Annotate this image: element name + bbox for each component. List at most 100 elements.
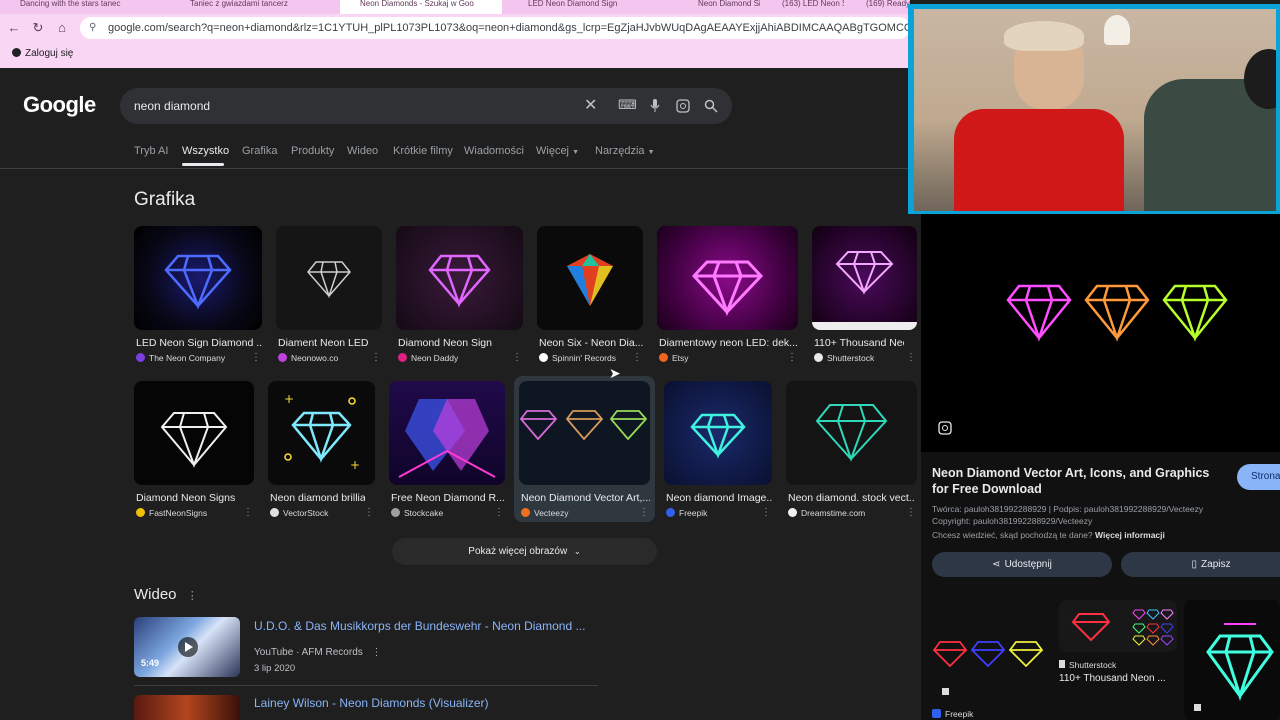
video-thumbnail[interactable]	[134, 617, 240, 677]
image-source[interactable]: Stockcake	[391, 508, 443, 518]
more-options-icon[interactable]: ⋮	[512, 352, 522, 363]
google-logo[interactable]: Google	[23, 92, 96, 118]
tab-products[interactable]: Produkty	[291, 145, 334, 157]
image-caption[interactable]: Neon Six - Neon Dia...	[539, 337, 643, 349]
reload-icon[interactable]: ↻	[30, 20, 46, 36]
image-caption[interactable]: 110+ Thousand Neo...	[814, 337, 904, 349]
image-caption[interactable]: Free Neon Diamond R...	[391, 492, 505, 504]
preview-image[interactable]	[921, 214, 1280, 452]
image-result[interactable]	[812, 226, 917, 330]
more-options-icon[interactable]: ⋮	[243, 507, 253, 518]
image-result[interactable]	[657, 226, 798, 330]
more-options-icon[interactable]: ⋮	[494, 507, 504, 518]
browser-tab[interactable]: (163) LED Neon Sign	[762, 0, 844, 14]
image-source[interactable]: Spinnin' Records	[539, 353, 616, 363]
image-source[interactable]: Dreamstime.com	[788, 508, 865, 518]
clear-icon[interactable]: ✕	[584, 95, 597, 115]
image-source[interactable]: VectorStock	[270, 508, 328, 518]
tab-tools[interactable]: Narzędzia ▼	[595, 145, 655, 157]
more-info-link[interactable]: Więcej informacji	[1095, 530, 1165, 540]
more-options-icon[interactable]: ⋮	[787, 352, 797, 363]
tab-ai-mode[interactable]: Tryb AI	[134, 145, 168, 157]
preview-title[interactable]: Neon Diamond Vector Art, Icons, and Grap…	[932, 465, 1222, 497]
tab-all[interactable]: Wszystko	[182, 145, 229, 157]
image-result[interactable]	[786, 381, 917, 485]
browser-tab[interactable]: LED Neon Diamond Sign	[508, 0, 673, 14]
microphone-icon[interactable]	[650, 99, 660, 113]
lens-icon[interactable]	[676, 99, 690, 113]
image-caption[interactable]: Diamentowy neon LED: dek...	[659, 337, 798, 349]
browser-tab[interactable]: Dancing with the stars tanec	[0, 0, 165, 14]
video-link[interactable]: Lainey Wilson - Neon Diamonds (Visualize…	[254, 696, 489, 710]
image-caption[interactable]: Diament Neon LED	[278, 337, 382, 349]
tab-news[interactable]: Wiadomości	[464, 145, 524, 157]
related-source[interactable]: Freepik	[932, 709, 973, 719]
more-options-icon[interactable]: ⋮	[906, 507, 916, 518]
related-image[interactable]	[932, 600, 1052, 704]
save-button[interactable]: ▯ Zapisz	[1121, 552, 1280, 577]
search-icon[interactable]	[704, 99, 718, 113]
related-source[interactable]: Shutterstock	[1059, 660, 1116, 670]
more-options-icon[interactable]: ⋮	[187, 590, 198, 602]
show-more-images-button[interactable]: Pokaż więcej obrazów ⌄	[392, 538, 657, 565]
image-result[interactable]	[134, 381, 254, 485]
related-image[interactable]	[1059, 600, 1177, 652]
tab-images[interactable]: Grafika	[242, 145, 277, 157]
share-button[interactable]: ⋖ Udostępnij	[932, 552, 1112, 577]
tab-videos[interactable]: Wideo	[347, 145, 378, 157]
image-result[interactable]	[537, 226, 643, 330]
home-icon[interactable]: ⌂	[54, 20, 70, 36]
image-source[interactable]: Vecteezy	[521, 508, 569, 518]
more-options-icon[interactable]: ⋮	[639, 507, 649, 518]
keyboard-icon[interactable]: ⌨	[618, 97, 637, 113]
image-caption[interactable]: Diamond Neon Signs	[136, 492, 254, 504]
image-source[interactable]: The Neon Company	[136, 353, 225, 363]
image-result[interactable]	[276, 226, 382, 330]
image-caption[interactable]: Neon diamond Image...	[666, 492, 772, 504]
image-caption[interactable]: LED Neon Sign Diamond ...	[136, 337, 262, 349]
tab-short-videos[interactable]: Krótkie filmy	[393, 145, 453, 157]
image-result[interactable]	[519, 381, 650, 485]
more-options-icon[interactable]: ⋮	[364, 507, 374, 518]
more-options-icon[interactable]: ⋮	[632, 352, 642, 363]
browser-tab[interactable]: Neon Diamond Sign | Neonie	[678, 0, 760, 14]
site-favicon	[270, 508, 279, 517]
video-thumbnail[interactable]	[134, 695, 240, 720]
image-source[interactable]: Shutterstock	[814, 353, 874, 363]
source-label: Spinnin' Records	[552, 353, 616, 363]
video-link[interactable]: U.D.O. & Das Musikkorps der Bundeswehr -…	[254, 619, 585, 633]
image-result[interactable]: + +	[268, 381, 375, 485]
related-image[interactable]	[1184, 600, 1280, 720]
image-source[interactable]: FastNeonSigns	[136, 508, 207, 518]
image-caption[interactable]: Neon diamond. stock vect...	[788, 492, 914, 504]
more-options-icon[interactable]: ⋮	[251, 352, 261, 363]
image-result[interactable]	[134, 226, 262, 330]
browser-tab-active[interactable]: Neon Diamonds - Szukaj w Goo	[340, 0, 502, 14]
lens-icon[interactable]	[938, 421, 952, 435]
image-caption[interactable]: Neon diamond brillia...	[270, 492, 365, 504]
image-result[interactable]	[396, 226, 523, 330]
image-source[interactable]: Freepik	[666, 508, 707, 518]
tab-more[interactable]: Więcej ▼	[536, 145, 579, 157]
address-bar[interactable]: ⚲ google.com/search?q=neon+diamond&rlz=1…	[80, 17, 910, 39]
image-caption[interactable]: Diamond Neon Sign	[398, 337, 523, 349]
image-source[interactable]: Neonowo.co	[278, 353, 338, 363]
visit-button[interactable]: Strona	[1237, 464, 1280, 490]
image-caption[interactable]: Neon Diamond Vector Art,...	[521, 492, 650, 504]
login-link[interactable]: Zaloguj się	[12, 48, 73, 59]
browser-tab[interactable]: (169) Ready	[846, 0, 910, 14]
site-info-icon[interactable]: ⚲	[89, 17, 96, 39]
more-options-icon[interactable]: ⋮	[906, 352, 916, 363]
more-options-icon[interactable]: ⋮	[371, 352, 381, 363]
more-options-icon[interactable]: ⋮	[761, 507, 771, 518]
image-source[interactable]: Neon Daddy	[398, 353, 458, 363]
more-options-icon[interactable]: ⋮	[372, 647, 382, 658]
back-icon[interactable]: ←	[6, 20, 22, 36]
related-caption[interactable]: 110+ Thousand Neon ...	[1059, 673, 1166, 684]
search-box[interactable]: neon diamond ✕ ⌨	[120, 88, 732, 124]
image-result[interactable]	[389, 381, 505, 485]
search-input[interactable]: neon diamond	[134, 99, 210, 113]
image-source[interactable]: Etsy	[659, 353, 689, 363]
browser-tab[interactable]: Taniec z gwiazdami tancerz	[170, 0, 335, 14]
image-result[interactable]	[664, 381, 772, 485]
